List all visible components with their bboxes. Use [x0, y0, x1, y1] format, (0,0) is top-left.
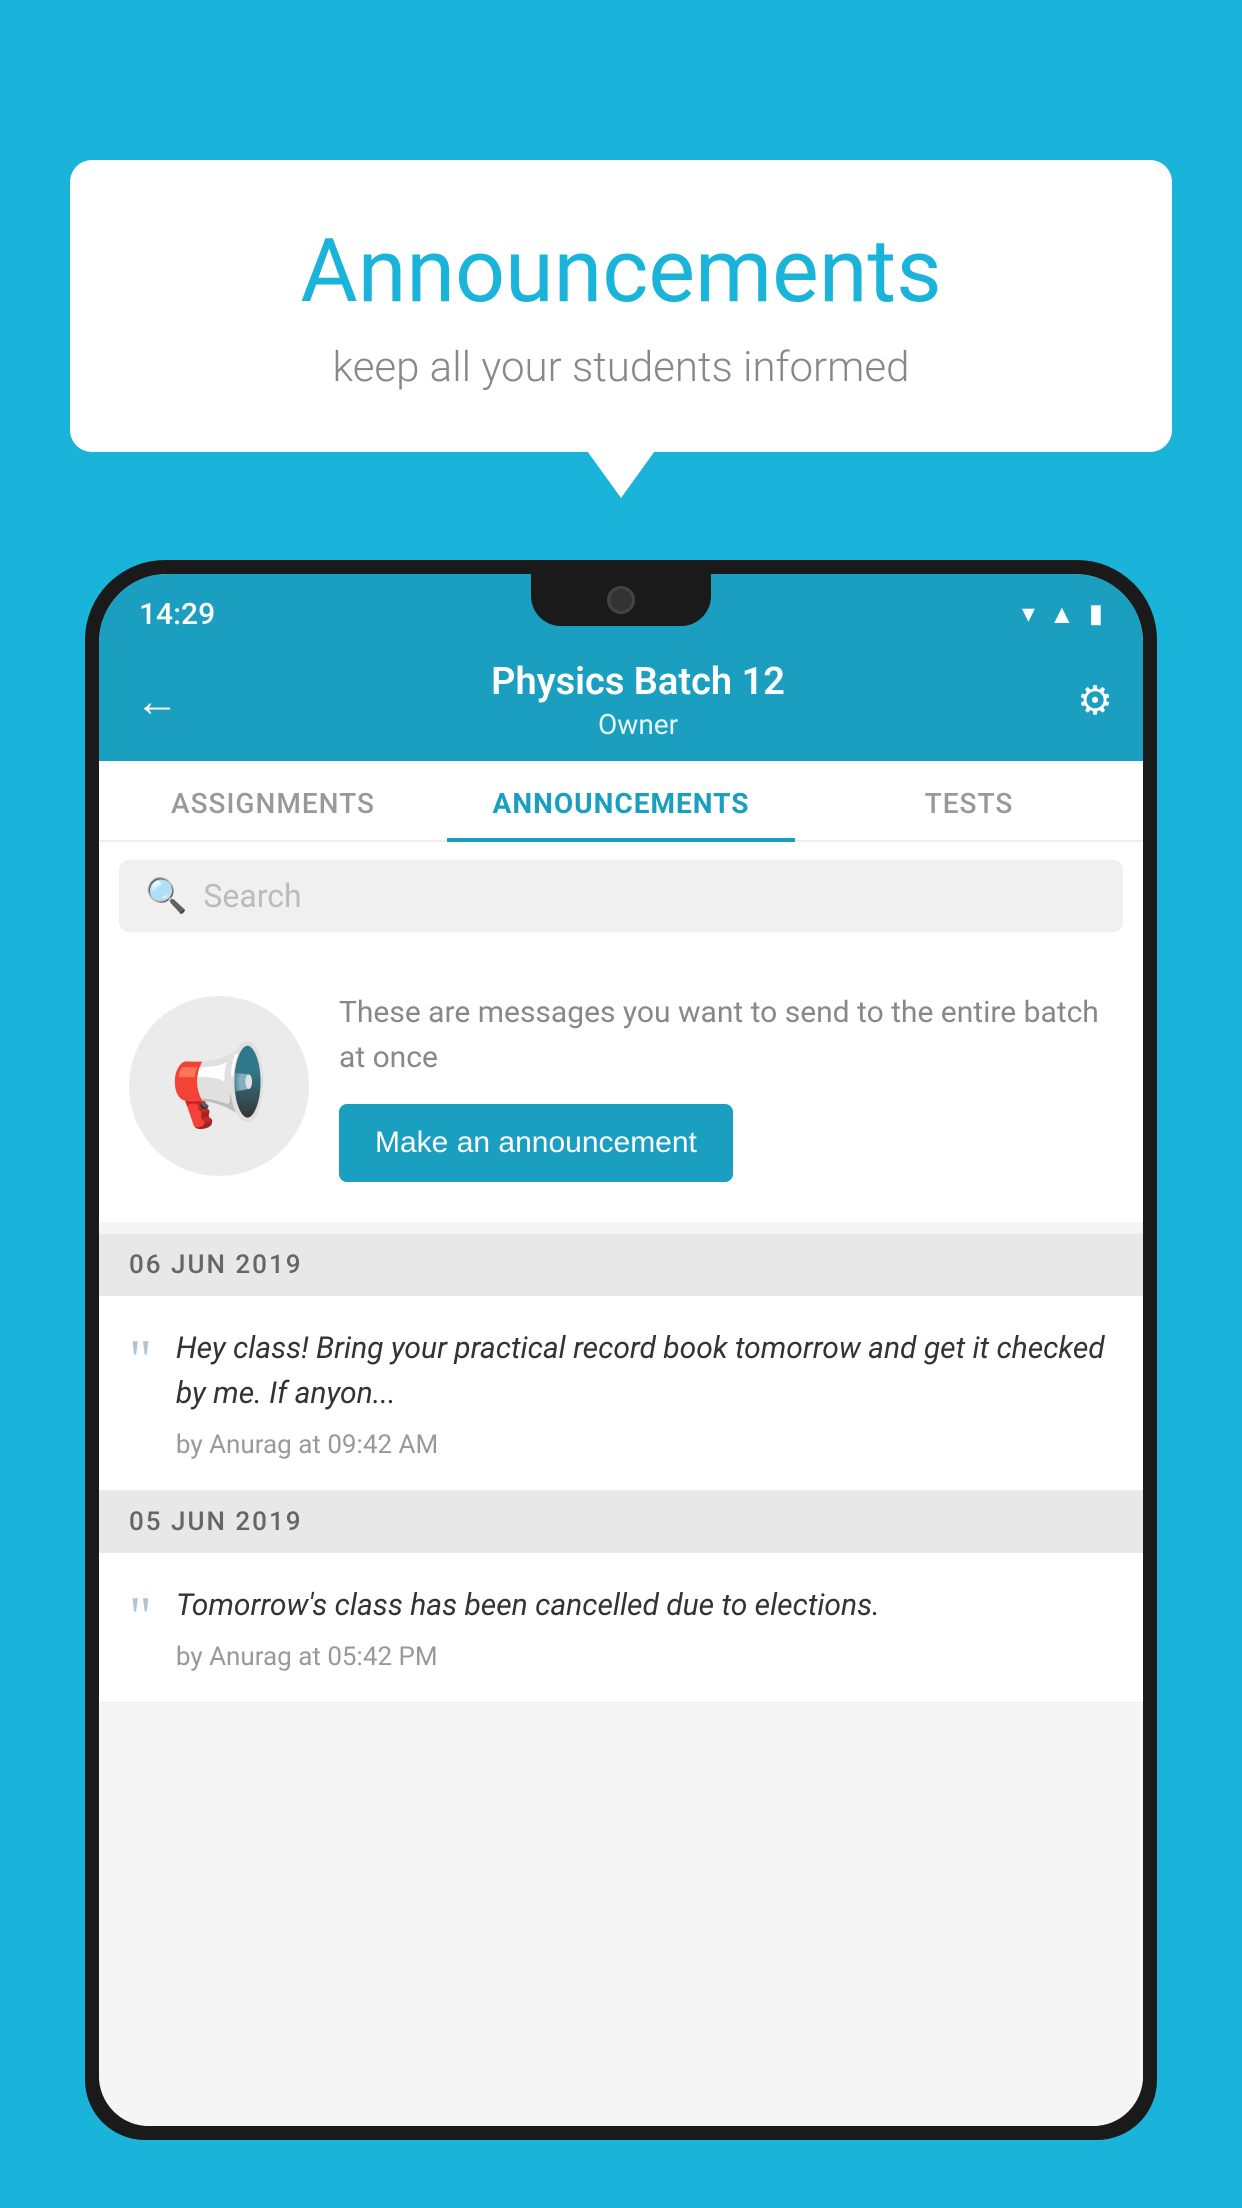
search-placeholder: Search [203, 877, 301, 915]
back-button[interactable]: ← [129, 669, 199, 733]
search-icon: 🔍 [145, 876, 187, 916]
status-icons: ▾ ▲ ▮ [1022, 599, 1103, 630]
search-bar[interactable]: 🔍 Search [119, 860, 1123, 932]
tab-tests[interactable]: TESTS [795, 761, 1143, 840]
announcement-meta-1: by Anurag at 09:42 AM [176, 1430, 1113, 1460]
search-bar-wrap: 🔍 Search [99, 842, 1143, 950]
phone-wrapper: 14:29 ▾ ▲ ▮ ← Physics Batch 12 Owner ⚙ [85, 560, 1157, 2208]
announcement-body-1: Hey class! Bring your practical record b… [176, 1326, 1113, 1460]
batch-title: Physics Batch 12 [199, 660, 1077, 704]
megaphone-icon: 📢 [169, 1039, 269, 1133]
app-header: ← Physics Batch 12 Owner ⚙ [99, 646, 1143, 761]
tab-assignments[interactable]: ASSIGNMENTS [99, 761, 447, 840]
tabs-bar: ASSIGNMENTS ANNOUNCEMENTS TESTS [99, 761, 1143, 842]
promo-right: These are messages you want to send to t… [339, 990, 1113, 1182]
announcement-item-2: " Tomorrow's class has been cancelled du… [99, 1553, 1143, 1703]
announcement-text-2: Tomorrow's class has been cancelled due … [176, 1583, 1113, 1628]
quote-icon-2: " [129, 1589, 152, 1645]
phone-outer: 14:29 ▾ ▲ ▮ ← Physics Batch 12 Owner ⚙ [85, 560, 1157, 2140]
announcements-title: Announcements [130, 220, 1112, 323]
promo-icon-circle: 📢 [129, 996, 309, 1176]
phone-screen: 14:29 ▾ ▲ ▮ ← Physics Batch 12 Owner ⚙ [99, 574, 1143, 2126]
tab-announcements[interactable]: ANNOUNCEMENTS [447, 761, 795, 840]
quote-icon-1: " [129, 1332, 152, 1388]
content-area: 🔍 Search 📢 These are messages you want t… [99, 842, 1143, 2126]
announcement-meta-2: by Anurag at 05:42 PM [176, 1642, 1113, 1672]
announcement-text-1: Hey class! Bring your practical record b… [176, 1326, 1113, 1416]
header-title-area: Physics Batch 12 Owner [199, 660, 1077, 741]
settings-gear-icon[interactable]: ⚙ [1077, 677, 1113, 724]
battery-icon: ▮ [1089, 599, 1103, 629]
date-separator-2: 05 JUN 2019 [99, 1491, 1143, 1553]
status-time: 14:29 [139, 597, 215, 632]
promo-description: These are messages you want to send to t… [339, 990, 1113, 1080]
announcement-item-1: " Hey class! Bring your practical record… [99, 1296, 1143, 1491]
make-announcement-button[interactable]: Make an announcement [339, 1104, 733, 1182]
wifi-icon: ▾ [1022, 599, 1035, 629]
speech-bubble: Announcements keep all your students inf… [70, 160, 1172, 452]
signal-icon: ▲ [1049, 599, 1075, 630]
promo-section: 📢 These are messages you want to send to… [99, 950, 1143, 1222]
date-separator-1: 06 JUN 2019 [99, 1234, 1143, 1296]
announcement-body-2: Tomorrow's class has been cancelled due … [176, 1583, 1113, 1672]
batch-subtitle: Owner [199, 708, 1077, 741]
phone-camera [607, 586, 635, 614]
speech-bubble-container: Announcements keep all your students inf… [70, 160, 1172, 452]
announcements-subtitle: keep all your students informed [130, 343, 1112, 392]
